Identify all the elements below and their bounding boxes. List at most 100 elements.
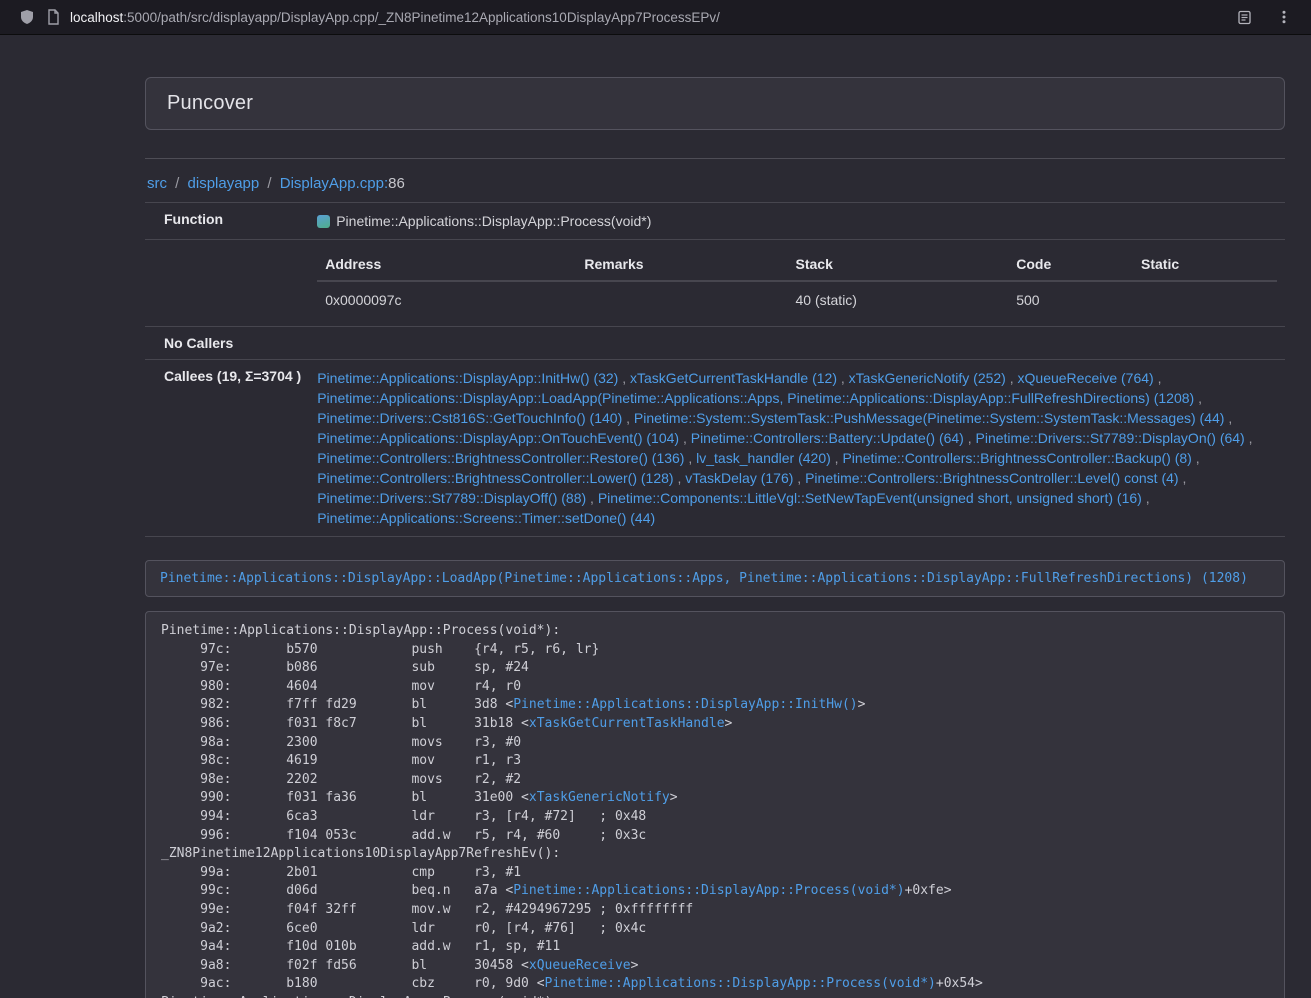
code-text: 99c: d06d beq.n a7a < [161,883,513,898]
stats-data-row: 0x0000097c 40 (static)500 [317,281,1277,318]
callee-link[interactable]: xTaskGenericNotify (252) [849,370,1006,386]
code-symbol-link[interactable]: xTaskGetCurrentTaskHandle [529,716,725,731]
menu-icon[interactable] [1271,4,1297,30]
callee-separator: , [586,490,598,506]
shield-icon[interactable] [14,4,40,30]
code-line: 9a2: 6ce0 ldr r0, [r4, #76] ; 0x4c [161,920,1269,939]
code-text: 98a: 2300 movs r3, #0 [161,735,521,750]
column-header-static: Static [1133,248,1277,281]
code-symbol-link[interactable]: xQueueReceive [529,958,631,973]
callee-separator: , [1154,370,1162,386]
callee-separator: , [1192,450,1200,466]
code-line: 9ac: b180 cbz r0, 9d0 <Pinetime::Applica… [161,975,1269,994]
code-line: 980: 4604 mov r4, r0 [161,678,1269,697]
stats-row: AddressRemarksStackCodeStatic 0x0000097c… [145,240,1285,327]
code-text: > [670,790,678,805]
stat-cell [1133,281,1277,318]
code-text: 980: 4604 mov r4, r0 [161,679,521,694]
callee-link[interactable]: Pinetime::Controllers::Battery::Update()… [691,430,964,446]
callee-link[interactable]: Pinetime::Applications::DisplayApp::Load… [317,390,1194,406]
callee-link[interactable]: Pinetime::Applications::Screens::Timer::… [317,510,655,526]
callee-link[interactable]: Pinetime::Controllers::BrightnessControl… [317,470,673,486]
code-text: 99a: 2b01 cmp r3, #1 [161,865,521,880]
callee-separator: , [964,430,976,446]
code-symbol-link[interactable]: Pinetime::Applications::DisplayApp::Proc… [513,883,904,898]
stat-cell: 40 (static) [788,281,1009,318]
code-text: 982: f7ff fd29 bl 3d8 < [161,697,513,712]
no-callers-label: No Callers [145,327,309,360]
function-name: Pinetime::Applications::DisplayApp::Proc… [336,213,651,229]
column-header-stack: Stack [788,248,1009,281]
callee-link[interactable]: vTaskDelay (176) [685,470,793,486]
callee-separator: , [1006,370,1018,386]
callee-separator: , [684,450,696,466]
callee-link[interactable]: xQueueReceive (764) [1018,370,1154,386]
code-text: > [858,697,866,712]
callee-link[interactable]: Pinetime::Applications::DisplayApp::OnTo… [317,430,679,446]
symbol-link[interactable]: Pinetime::Applications::DisplayApp::Load… [160,571,1248,586]
callee-link[interactable]: Pinetime::Drivers::Cst816S::GetTouchInfo… [317,410,622,426]
callee-link[interactable]: xTaskGetCurrentTaskHandle (12) [630,370,837,386]
callee-separator: , [837,370,849,386]
function-stats-table: AddressRemarksStackCodeStatic 0x0000097c… [317,248,1277,318]
code-line: 99e: f04f 32ff mov.w r2, #4294967295 ; 0… [161,901,1269,920]
no-callers-row: No Callers [145,327,1285,360]
callee-separator: , [622,410,634,426]
url-host: localhost [70,10,123,25]
callees-label: Callees (19, Σ=3704 ) [145,360,309,537]
column-header-code: Code [1008,248,1133,281]
code-symbol-link[interactable]: xTaskGenericNotify [529,790,670,805]
function-table: Function Pinetime::Applications::Display… [145,202,1285,537]
url-bar[interactable]: localhost:5000/path/src/displayapp/Displ… [70,10,720,25]
code-symbol-link[interactable]: Pinetime::Applications::DisplayApp::Init… [513,697,857,712]
breadcrumb-link[interactable]: displayapp [188,175,260,192]
code-line: 996: f104 053c add.w r5, r4, #60 ; 0x3c [161,827,1269,846]
callee-link[interactable]: Pinetime::Controllers::BrightnessControl… [842,450,1191,466]
callee-separator: , [831,450,843,466]
breadcrumb-link[interactable]: src [147,175,167,192]
code-text: > [725,716,733,731]
column-header-address: Address [317,248,576,281]
code-line: 99c: d06d beq.n a7a <Pinetime::Applicati… [161,882,1269,901]
disassembly: Pinetime::Applications::DisplayApp::Proc… [161,622,1269,998]
symbol-highlight-box: Pinetime::Applications::DisplayApp::Load… [145,560,1285,597]
callee-link[interactable]: Pinetime::Components::LittleVgl::SetNewT… [598,490,1142,506]
callee-link[interactable]: lv_task_handler (420) [696,450,831,466]
stat-cell: 500 [1008,281,1133,318]
callee-separator: , [674,470,686,486]
code-text: 9a8: f02f fd56 bl 30458 < [161,958,529,973]
code-symbol-link[interactable]: Pinetime::Applications::DisplayApp::Proc… [545,976,936,991]
browser-toolbar: localhost:5000/path/src/displayapp/Displ… [0,0,1311,35]
stat-cell: 0x0000097c [317,281,576,318]
page-icon[interactable] [40,4,66,30]
callee-separator: , [1224,410,1232,426]
callee-link[interactable]: Pinetime::Controllers::BrightnessControl… [805,470,1178,486]
breadcrumb-line-number: 86 [388,175,405,192]
callee-separator: , [1245,430,1253,446]
code-line: 98c: 4619 mov r1, r3 [161,752,1269,771]
callee-separator: , [793,470,805,486]
function-label: Function [145,203,309,240]
breadcrumb-link[interactable]: DisplayApp.cpp: [280,175,388,192]
callee-link[interactable]: Pinetime::Drivers::St7789::DisplayOff() … [317,490,586,506]
code-text: _ZN8Pinetime12Applications10DisplayApp7R… [161,846,560,861]
callee-separator: , [1179,470,1187,486]
code-text: 98c: 4619 mov r1, r3 [161,753,521,768]
callee-link[interactable]: Pinetime::Applications::DisplayApp::Init… [317,370,618,386]
reader-mode-icon[interactable] [1231,4,1257,30]
code-line: 99a: 2b01 cmp r3, #1 [161,864,1269,883]
callee-link[interactable]: Pinetime::Controllers::BrightnessControl… [317,450,684,466]
code-line: 9a8: f02f fd56 bl 30458 <xQueueReceive> [161,957,1269,976]
callees-row: Callees (19, Σ=3704 ) Pinetime::Applicat… [145,360,1285,537]
main-content: Puncover src / displayapp / DisplayApp.c… [145,77,1285,998]
code-text: 98e: 2202 movs r2, #2 [161,772,521,787]
stat-cell [576,281,787,318]
callee-link[interactable]: Pinetime::System::SystemTask::PushMessag… [634,410,1225,426]
column-header-remarks: Remarks [576,248,787,281]
code-line: _ZN8Pinetime12Applications10DisplayApp7R… [161,845,1269,864]
disassembly-box: Pinetime::Applications::DisplayApp::Proc… [145,611,1285,998]
callee-link[interactable]: Pinetime::Drivers::St7789::DisplayOn() (… [976,430,1245,446]
function-row: Function Pinetime::Applications::Display… [145,203,1285,240]
divider [145,158,1285,159]
code-text: 99e: f04f 32ff mov.w r2, #4294967295 ; 0… [161,902,693,917]
